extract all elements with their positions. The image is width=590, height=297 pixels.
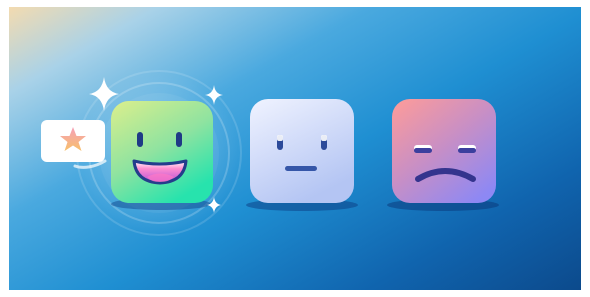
mood-rating-svg [41,70,499,236]
speech-bubble [41,120,107,169]
happy-left-eye [137,132,143,147]
happy-right-eye [176,132,182,147]
feedback-illustration [9,7,581,290]
neutral-face-button[interactable] [250,99,354,203]
neutral-mouth [285,166,317,171]
happy-face-button[interactable] [111,101,213,203]
sad-face-button[interactable] [392,99,496,203]
